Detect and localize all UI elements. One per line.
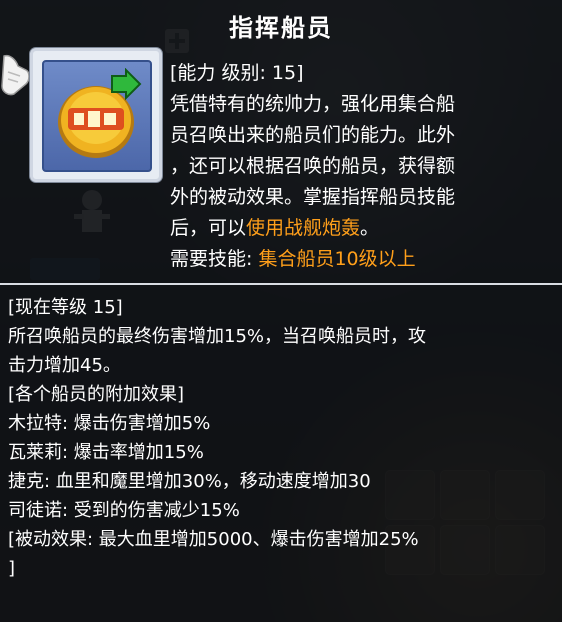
- description-text: 凭借特有的统帅力，强化用集合船: [170, 93, 456, 115]
- description-text: [能力 级别: 15]: [170, 62, 304, 84]
- description-text: ，还可以根据召唤的船员，获得额: [170, 155, 456, 177]
- skill-tooltip: 指挥船员 [能力 级别: 15] 凭借特有的统帅力，强化用集合船 员召唤出来的船员们…: [0, 0, 562, 622]
- description-line: 需要技能: 集合船员10级以上: [170, 244, 552, 275]
- effect-line: [现在等级 15]: [8, 297, 123, 318]
- description-line: 后，可以使用战舰炮轰。: [170, 213, 552, 244]
- description-text: 。: [360, 217, 380, 239]
- highlight-text: 使用战舰炮轰: [246, 217, 361, 239]
- description-line: 外的被动效果。掌握指挥船员技能: [170, 182, 552, 213]
- effect-line: 司徒诺: 受到的伤害减少15%: [8, 500, 240, 521]
- skill-effects: [现在等级 15] 所召唤船员的最终伤害增加15%，当召唤船员时，攻 击力增加45。…: [8, 293, 556, 583]
- description-line: 员召唤出来的船员们的能力。此外: [170, 120, 552, 151]
- description-text: 后，可以: [170, 217, 247, 239]
- skill-description: [能力 级别: 15] 凭借特有的统帅力，强化用集合船 员召唤出来的船员们的能力。此…: [170, 58, 552, 275]
- description-line: [能力 级别: 15]: [170, 58, 552, 89]
- skill-title: 指挥船员: [229, 14, 333, 42]
- effect-line: 击力增加45。: [8, 355, 121, 376]
- description-line: 凭借特有的统帅力，强化用集合船: [170, 89, 552, 120]
- effect-line: 瓦莱莉: 爆击率增加15%: [8, 442, 204, 463]
- highlight-text: 集合船员10级以上: [258, 248, 416, 270]
- cursor-hand-icon: [0, 52, 32, 98]
- effect-line: [各个船员的附加效果]: [8, 384, 185, 405]
- commander-crew-skill-icon: [42, 60, 152, 172]
- tooltip-divider: [0, 283, 562, 285]
- effect-line: 捷克: 血里和魔里增加30%，移动速度增加30: [8, 471, 371, 492]
- description-text: 员召唤出来的船员们的能力。此外: [170, 124, 456, 146]
- effect-line: ]: [8, 558, 16, 579]
- skill-icon-frame: [30, 48, 162, 182]
- effect-line: 木拉特: 爆击伤害增加5%: [8, 413, 211, 434]
- description-text: 外的被动效果。掌握指挥船员技能: [170, 186, 456, 208]
- effect-line: 所召唤船员的最终伤害增加15%，当召唤船员时，攻: [8, 326, 427, 347]
- description-text: 需要技能:: [170, 248, 259, 270]
- effect-line: [被动效果: 最大血里增加5000、爆击伤害增加25%: [8, 529, 419, 550]
- description-line: ，还可以根据召唤的船员，获得额: [170, 151, 552, 182]
